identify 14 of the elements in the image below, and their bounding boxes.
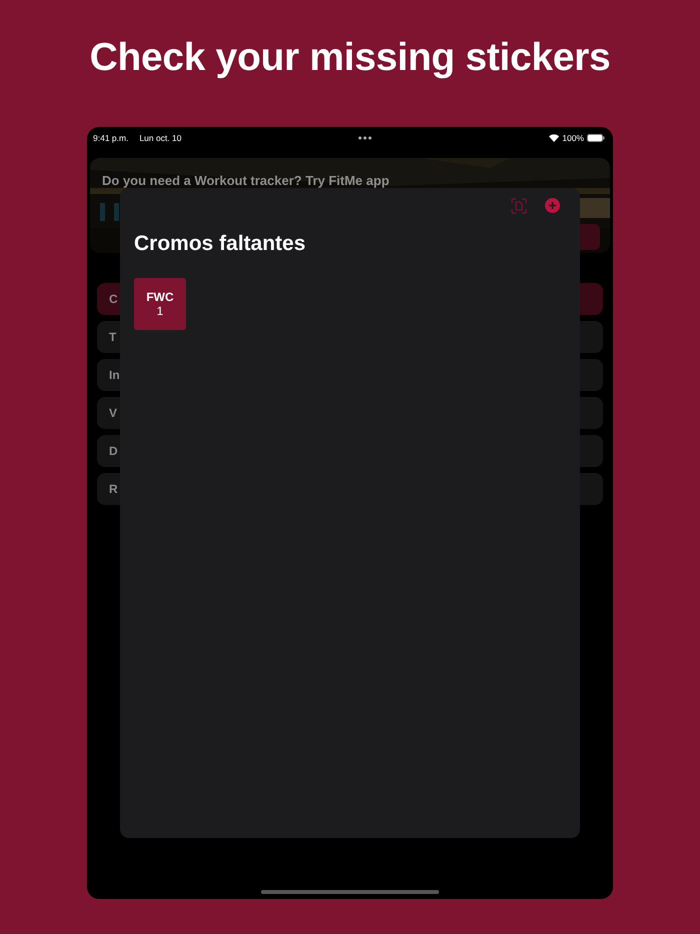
- sticker-tile[interactable]: FWC 1: [134, 278, 186, 330]
- sticker-code: FWC: [146, 290, 174, 304]
- battery-percentage: 100%: [562, 133, 584, 143]
- add-icon[interactable]: [545, 198, 560, 213]
- status-time: 9:41 p.m.: [93, 133, 128, 143]
- headline: Check your missing stickers: [90, 35, 610, 81]
- wifi-icon: [549, 134, 560, 142]
- banner-text: Do you need a Workout tracker? Try FitMe app: [102, 173, 390, 188]
- status-date: Lun oct. 10: [139, 133, 182, 143]
- battery-icon: [587, 134, 605, 142]
- sticker-number: 1: [156, 304, 164, 318]
- scan-document-icon[interactable]: [511, 198, 527, 214]
- sheet-title: Cromos faltantes: [134, 232, 307, 256]
- more-icon: [358, 136, 372, 140]
